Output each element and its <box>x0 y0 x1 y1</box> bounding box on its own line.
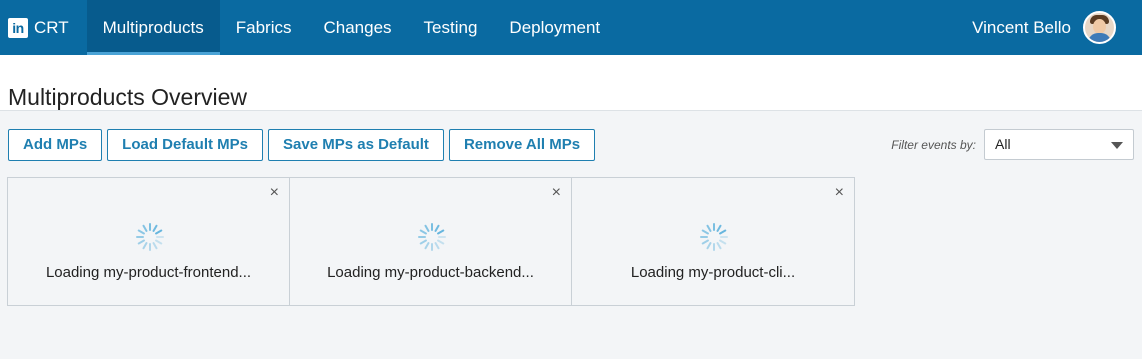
nav-tab-multiproducts[interactable]: Multiproducts <box>86 0 220 55</box>
chevron-down-icon <box>1111 142 1123 149</box>
user-menu[interactable]: Vincent Bello <box>972 0 1116 55</box>
spinner-tick <box>419 229 427 235</box>
filter-label: Filter events by: <box>891 137 976 152</box>
close-icon[interactable]: × <box>552 185 561 201</box>
loading-text: Loading my-product-frontend... <box>45 264 252 281</box>
user-name[interactable]: Vincent Bello <box>972 18 1071 38</box>
close-icon[interactable]: × <box>835 185 844 201</box>
spinner-tick <box>152 224 158 232</box>
nav-tab-deployment[interactable]: Deployment <box>493 0 616 55</box>
loading-text: Loading my-product-cli... <box>630 264 796 281</box>
spinner-tick <box>701 229 709 235</box>
nav-tab-fabrics[interactable]: Fabrics <box>220 0 308 55</box>
spinner-tick <box>716 224 722 232</box>
load-default-mps-button[interactable]: Load Default MPs <box>107 129 264 161</box>
remove-all-mps-button[interactable]: Remove All MPs <box>448 129 596 161</box>
user-avatar[interactable] <box>1083 11 1116 44</box>
spinner-tick <box>437 239 445 245</box>
loading-spinner-icon <box>700 223 728 251</box>
page-header: Multiproducts Overview <box>0 55 1142 111</box>
linkedin-logo-icon: in <box>8 17 28 38</box>
add-mps-button[interactable]: Add MPs <box>8 129 103 161</box>
nav-tab-testing[interactable]: Testing <box>408 0 494 55</box>
nav-tab-changes[interactable]: Changes <box>307 0 407 55</box>
save-mps-default-button[interactable]: Save MPs as Default <box>268 129 444 161</box>
app-name: CRT <box>34 17 69 37</box>
spinner-tick <box>437 229 445 235</box>
spinner-tick <box>716 242 722 250</box>
avatar-shirt <box>1088 33 1111 42</box>
spinner-tick <box>424 224 430 232</box>
spinner-tick <box>137 239 145 245</box>
spinner-tick <box>434 242 440 250</box>
spinner-tick <box>155 229 163 235</box>
mp-card: × Loading my-product-cli... <box>572 178 854 305</box>
spinner-tick <box>424 242 430 250</box>
close-icon[interactable]: × <box>270 185 279 201</box>
page-title: Multiproducts Overview <box>8 84 248 111</box>
spinner-tick <box>719 229 727 235</box>
spinner-tick <box>434 224 440 232</box>
spinner-tick <box>142 242 148 250</box>
mp-card: × Loading my-product-backend... <box>290 178 572 305</box>
multiproduct-cards: × Loading my-product-frontend... × Loadi… <box>7 177 855 306</box>
spinner-tick <box>701 239 709 245</box>
avatar-face <box>1093 19 1106 34</box>
loading-spinner-icon <box>418 223 446 251</box>
app-logo[interactable]: in CRT <box>8 0 69 55</box>
loading-text: Loading my-product-backend... <box>327 264 534 281</box>
top-navigation-bar: in CRT Multiproducts Fabrics Changes Tes… <box>0 0 1142 55</box>
spinner-tick <box>137 229 145 235</box>
filter-selected-value: All <box>995 136 1011 152</box>
event-filter: Filter events by: All <box>891 129 1134 160</box>
spinner-tick <box>706 224 712 232</box>
spinner-tick <box>155 239 163 245</box>
mp-card: × Loading my-product-frontend... <box>8 178 290 305</box>
spinner-tick <box>706 242 712 250</box>
main-nav: Multiproducts Fabrics Changes Testing De… <box>86 0 617 55</box>
spinner-tick <box>152 242 158 250</box>
toolbar: Add MPs Load Default MPs Save MPs as Def… <box>8 129 600 161</box>
spinner-tick <box>719 239 727 245</box>
filter-select[interactable]: All <box>984 129 1134 160</box>
spinner-tick <box>142 224 148 232</box>
loading-spinner-icon <box>136 223 164 251</box>
spinner-tick <box>419 239 427 245</box>
